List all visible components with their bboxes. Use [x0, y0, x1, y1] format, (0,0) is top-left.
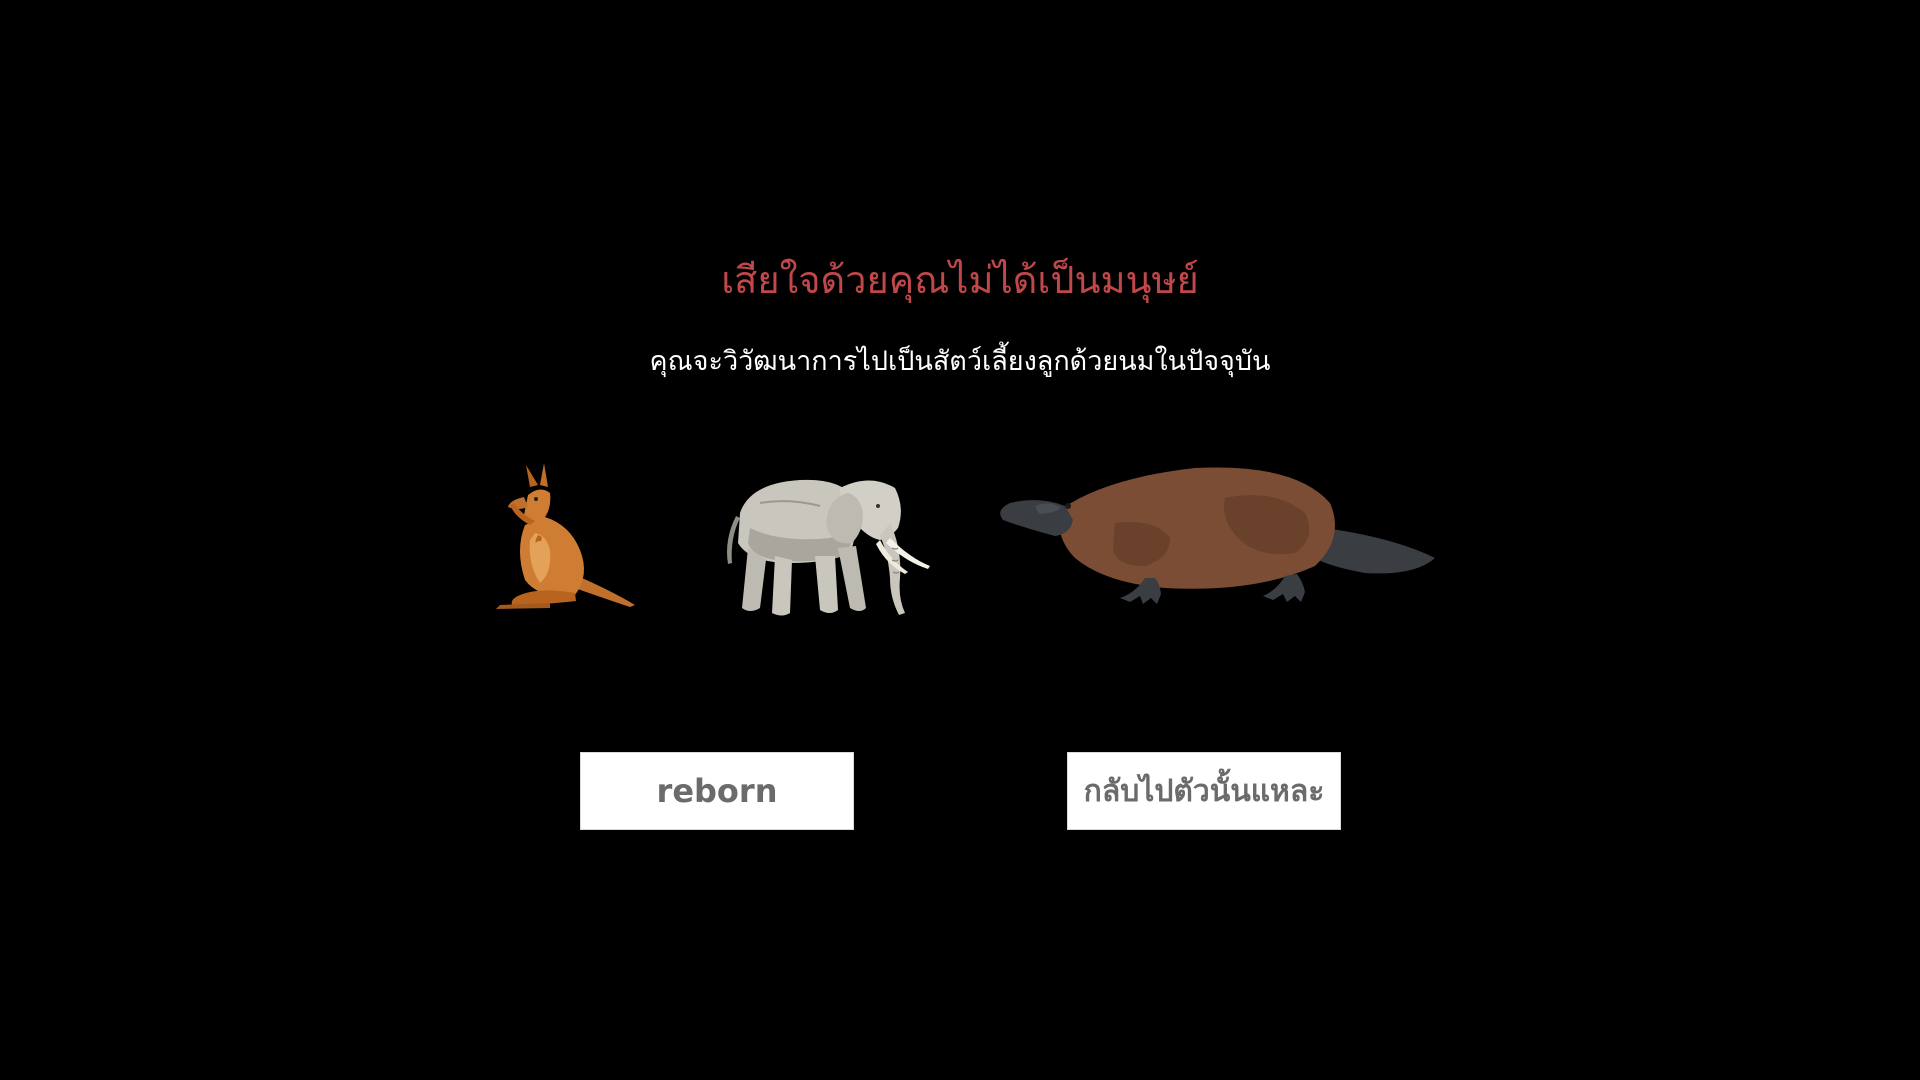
result-subline: คุณจะวิวัฒนาการไปเป็นสัตว์เลี้ยงลูกด้วยน… [649, 346, 1271, 377]
game-screen: เสียใจด้วยคุณไม่ได้เป็นมนุษย์ คุณจะวิวัฒ… [0, 0, 1920, 1080]
reborn-button[interactable]: reborn [580, 752, 854, 830]
elephant-icon [720, 468, 935, 623]
result-headline: เสียใจด้วยคุณไม่ได้เป็นมนุษย์ [721, 258, 1199, 302]
go-back-button[interactable]: กลับไปตัวนั้นแหละ [1067, 752, 1341, 830]
platypus-icon [995, 458, 1435, 608]
kangaroo-icon [480, 455, 640, 610]
